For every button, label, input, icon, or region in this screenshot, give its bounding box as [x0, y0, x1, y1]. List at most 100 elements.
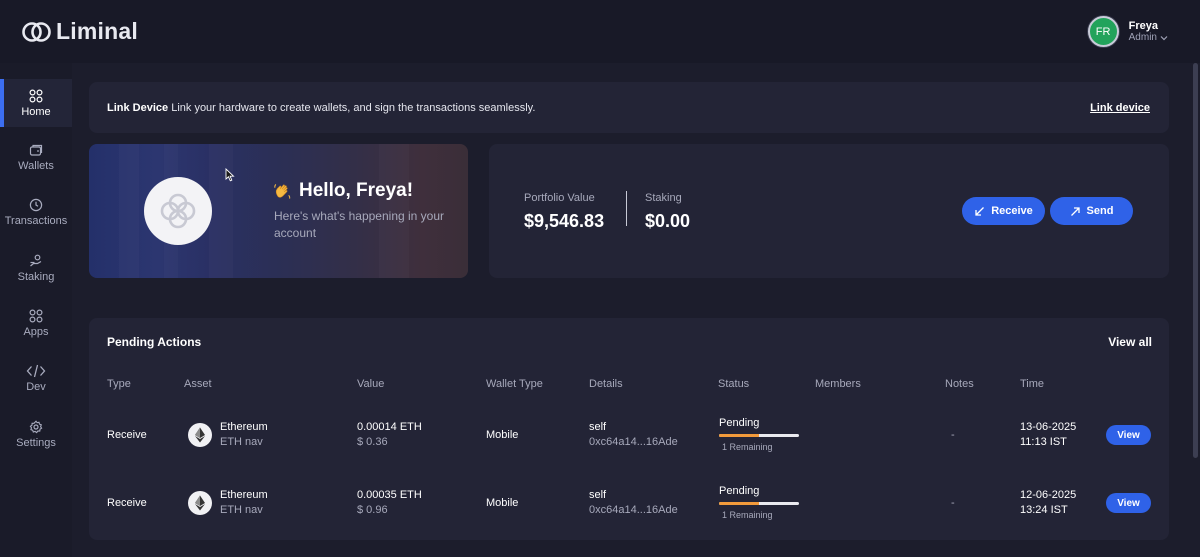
- avatar[interactable]: FR: [1087, 16, 1119, 47]
- row-type: Receive: [107, 429, 147, 441]
- asset-network: ETH nav: [220, 504, 263, 516]
- column-header-wallet-type: Wallet Type: [486, 378, 543, 390]
- clock-icon: [29, 198, 43, 211]
- liminal-logo-icon: [22, 21, 52, 43]
- row-date: 12-06-2025: [1020, 489, 1077, 501]
- sidebar-item-label: Dev: [26, 380, 46, 393]
- column-header-time: Time: [1020, 378, 1045, 390]
- asset-network: ETH nav: [220, 436, 263, 448]
- status-progress-bar: [719, 434, 799, 437]
- status-progress-fill: [719, 434, 759, 437]
- view-button[interactable]: View: [1106, 493, 1151, 513]
- sidebar-item-label: Staking: [17, 270, 55, 283]
- home-grid-icon: [29, 88, 43, 103]
- row-address: 0xc64a14...16Ade: [589, 436, 678, 448]
- row-details: self: [589, 489, 607, 501]
- pending-actions-title: Pending Actions: [107, 335, 202, 349]
- greeting-heading: Hello, Freya!: [299, 180, 414, 201]
- ethereum-icon: [188, 423, 212, 447]
- row-value: 0.00035 ETH: [357, 489, 422, 501]
- brand-name: Liminal: [56, 18, 138, 44]
- view-all-link[interactable]: View all: [1108, 335, 1152, 349]
- row-details: self: [589, 421, 607, 433]
- apps-grid-icon: [29, 308, 43, 323]
- row-time: 11:13 IST: [1020, 436, 1067, 448]
- column-header-members: Members: [815, 378, 861, 390]
- wallet-icon: [29, 144, 43, 156]
- flower-logo-icon: [144, 177, 212, 245]
- staking-value: $0.00: [645, 211, 691, 231]
- ethereum-icon: [188, 491, 212, 515]
- receive-button[interactable]: Receive: [962, 197, 1045, 225]
- gear-icon: [29, 419, 43, 433]
- link-device-banner: Link Device Link your hardware to create…: [89, 82, 1169, 133]
- sidebar: Home Wallets Transactions Staking Apps D…: [0, 63, 72, 557]
- sidebar-item-home[interactable]: Home: [0, 79, 72, 127]
- row-address: 0xc64a14...16Ade: [589, 504, 678, 516]
- asset-name: Ethereum: [220, 489, 268, 501]
- top-bar: Liminal FR Freya Admin: [0, 0, 1200, 63]
- liminal-logo[interactable]: Liminal: [22, 18, 138, 45]
- portfolio-value: $9,546.83: [524, 211, 605, 231]
- sidebar-item-label: Settings: [16, 436, 56, 449]
- sidebar-item-dev[interactable]: Dev: [0, 354, 72, 402]
- column-header-asset: Asset: [184, 378, 212, 390]
- user-menu[interactable]: FR Freya Admin: [1087, 16, 1168, 47]
- row-wallet-type: Mobile: [486, 429, 519, 441]
- status-badge: Pending: [719, 485, 760, 497]
- waving-hand-icon: [274, 183, 291, 199]
- row-notes: -: [951, 429, 955, 441]
- mouse-cursor-icon: [225, 168, 235, 182]
- code-icon: [26, 364, 46, 377]
- welcome-card: Hello, Freya! Here's what's happening in…: [89, 144, 468, 278]
- row-time: 13:24 IST: [1020, 504, 1068, 516]
- status-progress-bar: [719, 502, 799, 505]
- sidebar-item-label: Home: [21, 105, 51, 118]
- pending-actions-table: Pending Actions View all Type Asset Valu…: [89, 318, 1169, 540]
- banner-text: Link your hardware to create wallets, an…: [171, 101, 536, 114]
- row-wallet-type: Mobile: [486, 497, 519, 509]
- row-value-usd: $ 0.36: [357, 436, 388, 448]
- divider: [626, 191, 627, 226]
- column-header-type: Type: [107, 378, 131, 390]
- view-button[interactable]: View: [1106, 425, 1151, 445]
- portfolio-card: Portfolio Value $9,546.83 Staking $0.00 …: [489, 144, 1169, 278]
- sidebar-item-transactions[interactable]: Transactions: [0, 188, 72, 236]
- column-header-value: Value: [357, 378, 385, 390]
- staking-icon: [30, 254, 42, 266]
- receive-button-label: Receive: [991, 205, 1033, 217]
- user-name: Freya: [1128, 19, 1158, 32]
- column-header-details: Details: [589, 378, 623, 390]
- asset-name: Ethereum: [220, 421, 268, 433]
- table-row[interactable]: Receive Ethereum ETH nav 0.00035 ETH $ 0…: [89, 473, 1169, 533]
- sidebar-item-staking[interactable]: Staking: [0, 244, 72, 292]
- chevron-down-icon: [1160, 35, 1168, 40]
- row-type: Receive: [107, 497, 147, 509]
- row-value-usd: $ 0.96: [357, 504, 388, 516]
- status-progress-fill: [719, 502, 759, 505]
- banner-title: Link Device: [107, 101, 169, 114]
- user-role[interactable]: Admin: [1129, 32, 1168, 44]
- sidebar-item-label: Apps: [23, 325, 49, 338]
- row-value: 0.00014 ETH: [357, 421, 422, 433]
- greeting-subtitle: Here's what's happening in your account: [274, 209, 445, 240]
- send-button-label: Send: [1086, 205, 1114, 217]
- sidebar-item-apps[interactable]: Apps: [0, 299, 72, 347]
- sidebar-item-settings[interactable]: Settings: [0, 410, 72, 458]
- column-header-status: Status: [718, 378, 750, 390]
- status-badge: Pending: [719, 417, 760, 429]
- sidebar-item-label: Wallets: [18, 159, 54, 172]
- send-button[interactable]: Send: [1050, 197, 1133, 225]
- link-device-link[interactable]: Link device: [1090, 102, 1150, 114]
- row-remaining: 1 Remaining: [722, 442, 773, 452]
- portfolio-value-label: Portfolio Value: [524, 192, 595, 204]
- arrow-down-left-icon: [975, 206, 985, 216]
- row-notes: -: [951, 497, 955, 509]
- sidebar-item-wallets[interactable]: Wallets: [0, 133, 72, 181]
- scrollbar[interactable]: [1193, 63, 1198, 458]
- user-role-label: Admin: [1128, 31, 1157, 43]
- table-row[interactable]: Receive Ethereum ETH nav 0.00014 ETH $ 0…: [89, 405, 1169, 465]
- sidebar-item-label: Transactions: [4, 214, 68, 227]
- row-remaining: 1 Remaining: [722, 510, 773, 520]
- column-header-notes: Notes: [945, 378, 974, 390]
